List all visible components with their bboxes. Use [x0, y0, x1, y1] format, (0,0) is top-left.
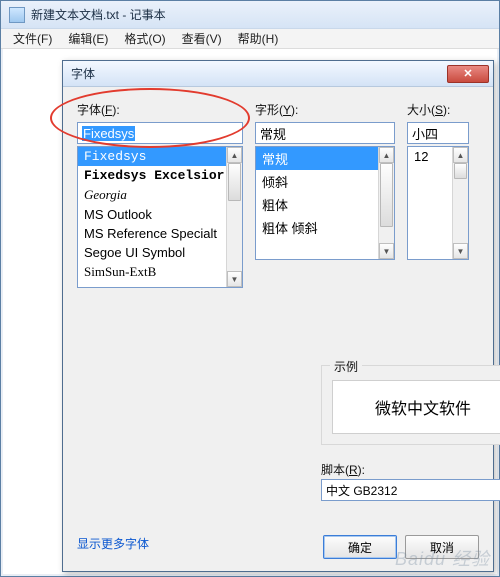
dialog-body: 字体(F): Fixedsys Fixedsys Fixedsys Excels…: [63, 87, 493, 571]
notepad-title: 新建文本文档.txt - 记事本: [31, 6, 166, 23]
menu-edit[interactable]: 编辑(E): [60, 28, 116, 49]
script-label: 脚本(R):: [321, 461, 365, 478]
sample-groupbox: 示例 微软中文软件: [321, 365, 500, 445]
font-name-input[interactable]: Fixedsys: [77, 122, 243, 144]
size-column: 大小(S): 小四 12 ▲ ▼: [407, 101, 469, 288]
font-option[interactable]: Georgia: [78, 185, 242, 205]
sample-group-label: 示例: [330, 358, 362, 375]
font-listbox[interactable]: Fixedsys Fixedsys Excelsior 3.0 Georgia …: [77, 146, 243, 288]
ok-button[interactable]: 确定: [323, 535, 397, 559]
scroll-thumb[interactable]: [454, 163, 467, 179]
scroll-down-icon[interactable]: ▼: [227, 271, 242, 287]
script-combobox[interactable]: 中文 GB2312 ▼: [321, 479, 500, 501]
font-option[interactable]: MS Reference Specialt: [78, 224, 242, 243]
dialog-titlebar: 字体 ✕: [63, 61, 493, 87]
style-option[interactable]: 粗体 倾斜: [256, 216, 394, 239]
scroll-track[interactable]: [453, 163, 468, 243]
more-fonts-link[interactable]: 显示更多字体: [77, 535, 149, 552]
cancel-button[interactable]: 取消: [405, 535, 479, 559]
font-name-value: Fixedsys: [82, 126, 135, 141]
scroll-up-icon[interactable]: ▲: [379, 147, 394, 163]
font-option[interactable]: Fixedsys: [78, 147, 242, 166]
style-value: 常规: [260, 124, 286, 143]
scroll-thumb[interactable]: [228, 163, 241, 201]
font-column: 字体(F): Fixedsys Fixedsys Fixedsys Excels…: [77, 101, 243, 288]
font-option[interactable]: MS Outlook: [78, 205, 242, 224]
dialog-title: 字体: [71, 65, 447, 82]
menu-format[interactable]: 格式(O): [116, 28, 173, 49]
style-input[interactable]: 常规: [255, 122, 395, 144]
scroll-thumb[interactable]: [380, 163, 393, 227]
dialog-top-row: 字体(F): Fixedsys Fixedsys Fixedsys Excels…: [77, 101, 479, 288]
script-value: 中文 GB2312: [326, 482, 397, 499]
size-value: 小四: [412, 124, 438, 143]
font-scrollbar[interactable]: ▲ ▼: [226, 147, 242, 287]
dialog-button-row: 确定 取消: [323, 535, 479, 559]
close-button[interactable]: ✕: [447, 65, 489, 83]
style-option[interactable]: 倾斜: [256, 170, 394, 193]
style-label: 字形(Y):: [255, 101, 395, 118]
notepad-icon: [9, 7, 25, 23]
size-label: 大小(S):: [407, 101, 469, 118]
size-input[interactable]: 小四: [407, 122, 469, 144]
scroll-up-icon[interactable]: ▲: [453, 147, 468, 163]
style-option[interactable]: 常规: [256, 147, 394, 170]
font-label: 字体(F):: [77, 101, 243, 118]
scroll-up-icon[interactable]: ▲: [227, 147, 242, 163]
notepad-menubar: 文件(F) 编辑(E) 格式(O) 查看(V) 帮助(H): [1, 29, 499, 49]
style-listbox[interactable]: 常规 倾斜 粗体 粗体 倾斜 ▲ ▼: [255, 146, 395, 260]
scroll-track[interactable]: [379, 163, 394, 243]
font-option[interactable]: Segoe UI Symbol: [78, 243, 242, 262]
size-scrollbar[interactable]: ▲ ▼: [452, 147, 468, 259]
size-listbox[interactable]: 12 ▲ ▼: [407, 146, 469, 260]
sample-preview: 微软中文软件: [332, 380, 500, 434]
scroll-down-icon[interactable]: ▼: [379, 243, 394, 259]
font-option[interactable]: Fixedsys Excelsior 3.0: [78, 166, 242, 185]
sample-text: 微软中文软件: [375, 395, 471, 419]
font-dialog: 字体 ✕ 字体(F): Fixedsys Fixedsys Fixedsys E…: [62, 60, 494, 572]
notepad-titlebar: 新建文本文档.txt - 记事本: [1, 1, 499, 29]
menu-help[interactable]: 帮助(H): [230, 28, 287, 49]
close-icon: ✕: [463, 67, 472, 80]
scroll-down-icon[interactable]: ▼: [453, 243, 468, 259]
style-option[interactable]: 粗体: [256, 193, 394, 216]
scroll-track[interactable]: [227, 163, 242, 271]
style-scrollbar[interactable]: ▲ ▼: [378, 147, 394, 259]
menu-view[interactable]: 查看(V): [174, 28, 230, 49]
font-option[interactable]: SimSun-ExtB: [78, 262, 242, 282]
style-column: 字形(Y): 常规 常规 倾斜 粗体 粗体 倾斜 ▲ ▼: [255, 101, 395, 288]
menu-file[interactable]: 文件(F): [5, 28, 60, 49]
